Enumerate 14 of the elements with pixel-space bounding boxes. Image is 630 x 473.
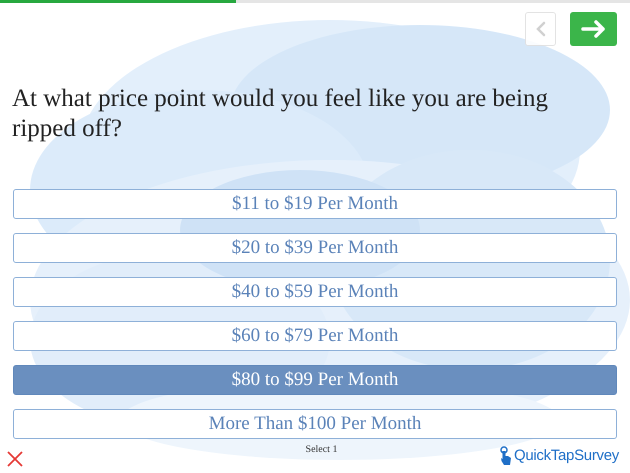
question-text: At what price point would you feel like you are being ripped off? xyxy=(11,84,549,144)
arrow-right-icon xyxy=(580,19,606,39)
logo-text: QuickTapSurvey xyxy=(514,446,619,466)
answer-option[interactable]: $80 to $99 Per Month xyxy=(13,365,617,395)
answer-option[interactable]: $20 to $39 Per Month xyxy=(13,233,617,263)
answer-option[interactable]: $40 to $59 Per Month xyxy=(13,277,617,307)
close-icon[interactable] xyxy=(7,451,23,467)
answer-option[interactable]: $60 to $79 Per Month xyxy=(13,321,617,351)
answer-option[interactable]: $11 to $19 Per Month xyxy=(13,189,617,219)
answer-option[interactable]: More Than $100 Per Month xyxy=(13,409,617,439)
next-button[interactable] xyxy=(570,12,617,46)
chevron-left-icon xyxy=(536,21,546,37)
hand-pointer-icon xyxy=(500,446,512,466)
hint-text: Select 1 xyxy=(306,443,338,457)
